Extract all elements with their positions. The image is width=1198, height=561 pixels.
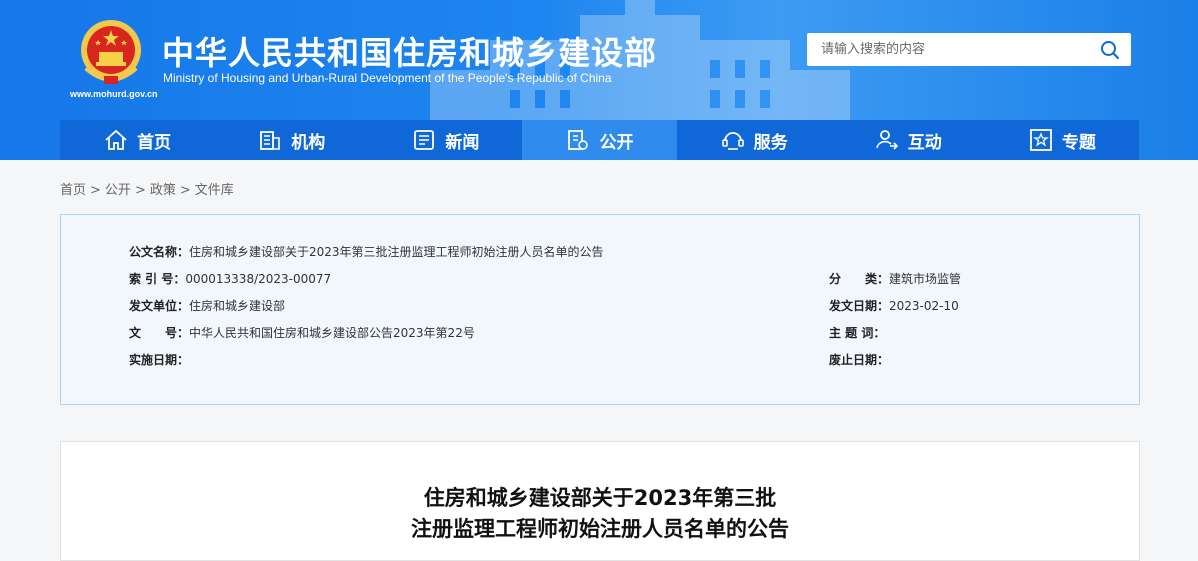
article-container: 住房和城乡建设部关于2023年第三批 注册监理工程师初始注册人员名单的公告 <box>60 441 1140 561</box>
info-value: 000013338/2023-00077 <box>185 272 332 286</box>
nav-item-home[interactable]: 首页 <box>60 120 214 160</box>
nav-item-public[interactable]: 公开 <box>522 120 677 160</box>
search-input[interactable] <box>807 33 1087 66</box>
info-row-issuer: 发文单位：住房和城乡建设部 <box>129 297 285 314</box>
site-title-english: Ministry of Housing and Urban-Rural Deve… <box>163 71 612 85</box>
nav-item-label: 首页 <box>137 132 172 153</box>
info-row-title: 公文名称：住房和城乡建设部关于2023年第三批注册监理工程师初始注册人员名单的公… <box>129 243 604 260</box>
breadcrumb-public[interactable]: 公开 <box>105 183 131 198</box>
building-icon <box>260 131 281 150</box>
interact-icon <box>875 130 898 150</box>
info-row-category: 分 类：建筑市场监管 <box>829 270 961 287</box>
site-title-chinese: 中华人民共和国住房和城乡建设部 <box>162 34 658 72</box>
info-label: 主 题 词： <box>829 326 886 340</box>
nav-item-topics[interactable]: 专题 <box>985 120 1139 160</box>
nav-item-label: 服务 <box>753 132 788 153</box>
info-label: 分 类： <box>829 272 890 286</box>
nav-item-label: 专题 <box>1061 132 1096 153</box>
nav-item-label: 新闻 <box>445 132 480 153</box>
info-label: 发文单位： <box>129 299 190 313</box>
info-row-index: 索 引 号：000013338/2023-00077 <box>129 270 331 287</box>
nav-item-label: 互动 <box>907 132 942 153</box>
document-info-panel: 公文名称：住房和城乡建设部关于2023年第三批注册监理工程师初始注册人员名单的公… <box>60 214 1140 405</box>
nav-item-services[interactable]: 服务 <box>677 120 831 160</box>
info-row-subject: 主 题 词： <box>829 324 885 341</box>
site-header: www.mohurd.gov.cn 中华人民共和国住房和城乡建设部 Minist… <box>0 0 1198 160</box>
nav-item-news[interactable]: 新闻 <box>368 120 522 160</box>
main-nav: 首页 机构 新闻 公开 服务 互动 专题 <box>60 120 1139 160</box>
info-label: 实施日期： <box>129 353 190 367</box>
info-label: 发文日期： <box>829 299 890 313</box>
nav-item-label: 公开 <box>599 132 634 153</box>
search-icon[interactable] <box>1099 39 1121 61</box>
service-icon <box>721 132 744 150</box>
article-title-line1: 住房和城乡建设部关于2023年第三批 <box>423 486 777 510</box>
national-emblem-logo <box>81 20 141 84</box>
info-row-docno: 文 号：中华人民共和国住房和城乡建设部公告2023年第22号 <box>129 324 475 341</box>
breadcrumb-home[interactable]: 首页 <box>60 183 86 198</box>
info-label: 索 引 号： <box>129 272 186 286</box>
info-label: 文 号： <box>129 326 190 340</box>
info-label: 公文名称： <box>129 245 190 259</box>
news-icon <box>414 130 435 150</box>
document-icon <box>568 130 589 150</box>
search-box <box>807 33 1131 66</box>
info-label: 废止日期： <box>829 353 890 367</box>
star-icon <box>1030 129 1052 151</box>
info-value: 住房和城乡建设部关于2023年第三批注册监理工程师初始注册人员名单的公告 <box>189 245 604 259</box>
nav-item-institutions[interactable]: 机构 <box>214 120 368 160</box>
info-value: 2023-02-10 <box>889 299 959 313</box>
breadcrumb-policy[interactable]: 政策 <box>150 183 176 198</box>
info-value: 住房和城乡建设部 <box>189 299 286 313</box>
breadcrumb-file-library[interactable]: 文件库 <box>195 183 234 198</box>
article-title-line2: 注册监理工程师初始注册人员名单的公告 <box>411 517 789 541</box>
breadcrumb: 首页 > 公开 > 政策 > 文件库 <box>60 183 234 198</box>
info-row-effective-date: 实施日期： <box>129 351 189 368</box>
info-row-repeal-date: 废止日期： <box>829 351 889 368</box>
nav-item-interaction[interactable]: 互动 <box>831 120 985 160</box>
site-url: www.mohurd.gov.cn <box>70 89 158 99</box>
info-value: 中华人民共和国住房和城乡建设部公告2023年第22号 <box>189 326 475 340</box>
nav-item-label: 机构 <box>291 132 326 153</box>
info-value: 建筑市场监管 <box>889 272 962 286</box>
home-icon <box>105 129 127 150</box>
info-row-date: 发文日期：2023-02-10 <box>829 297 959 314</box>
